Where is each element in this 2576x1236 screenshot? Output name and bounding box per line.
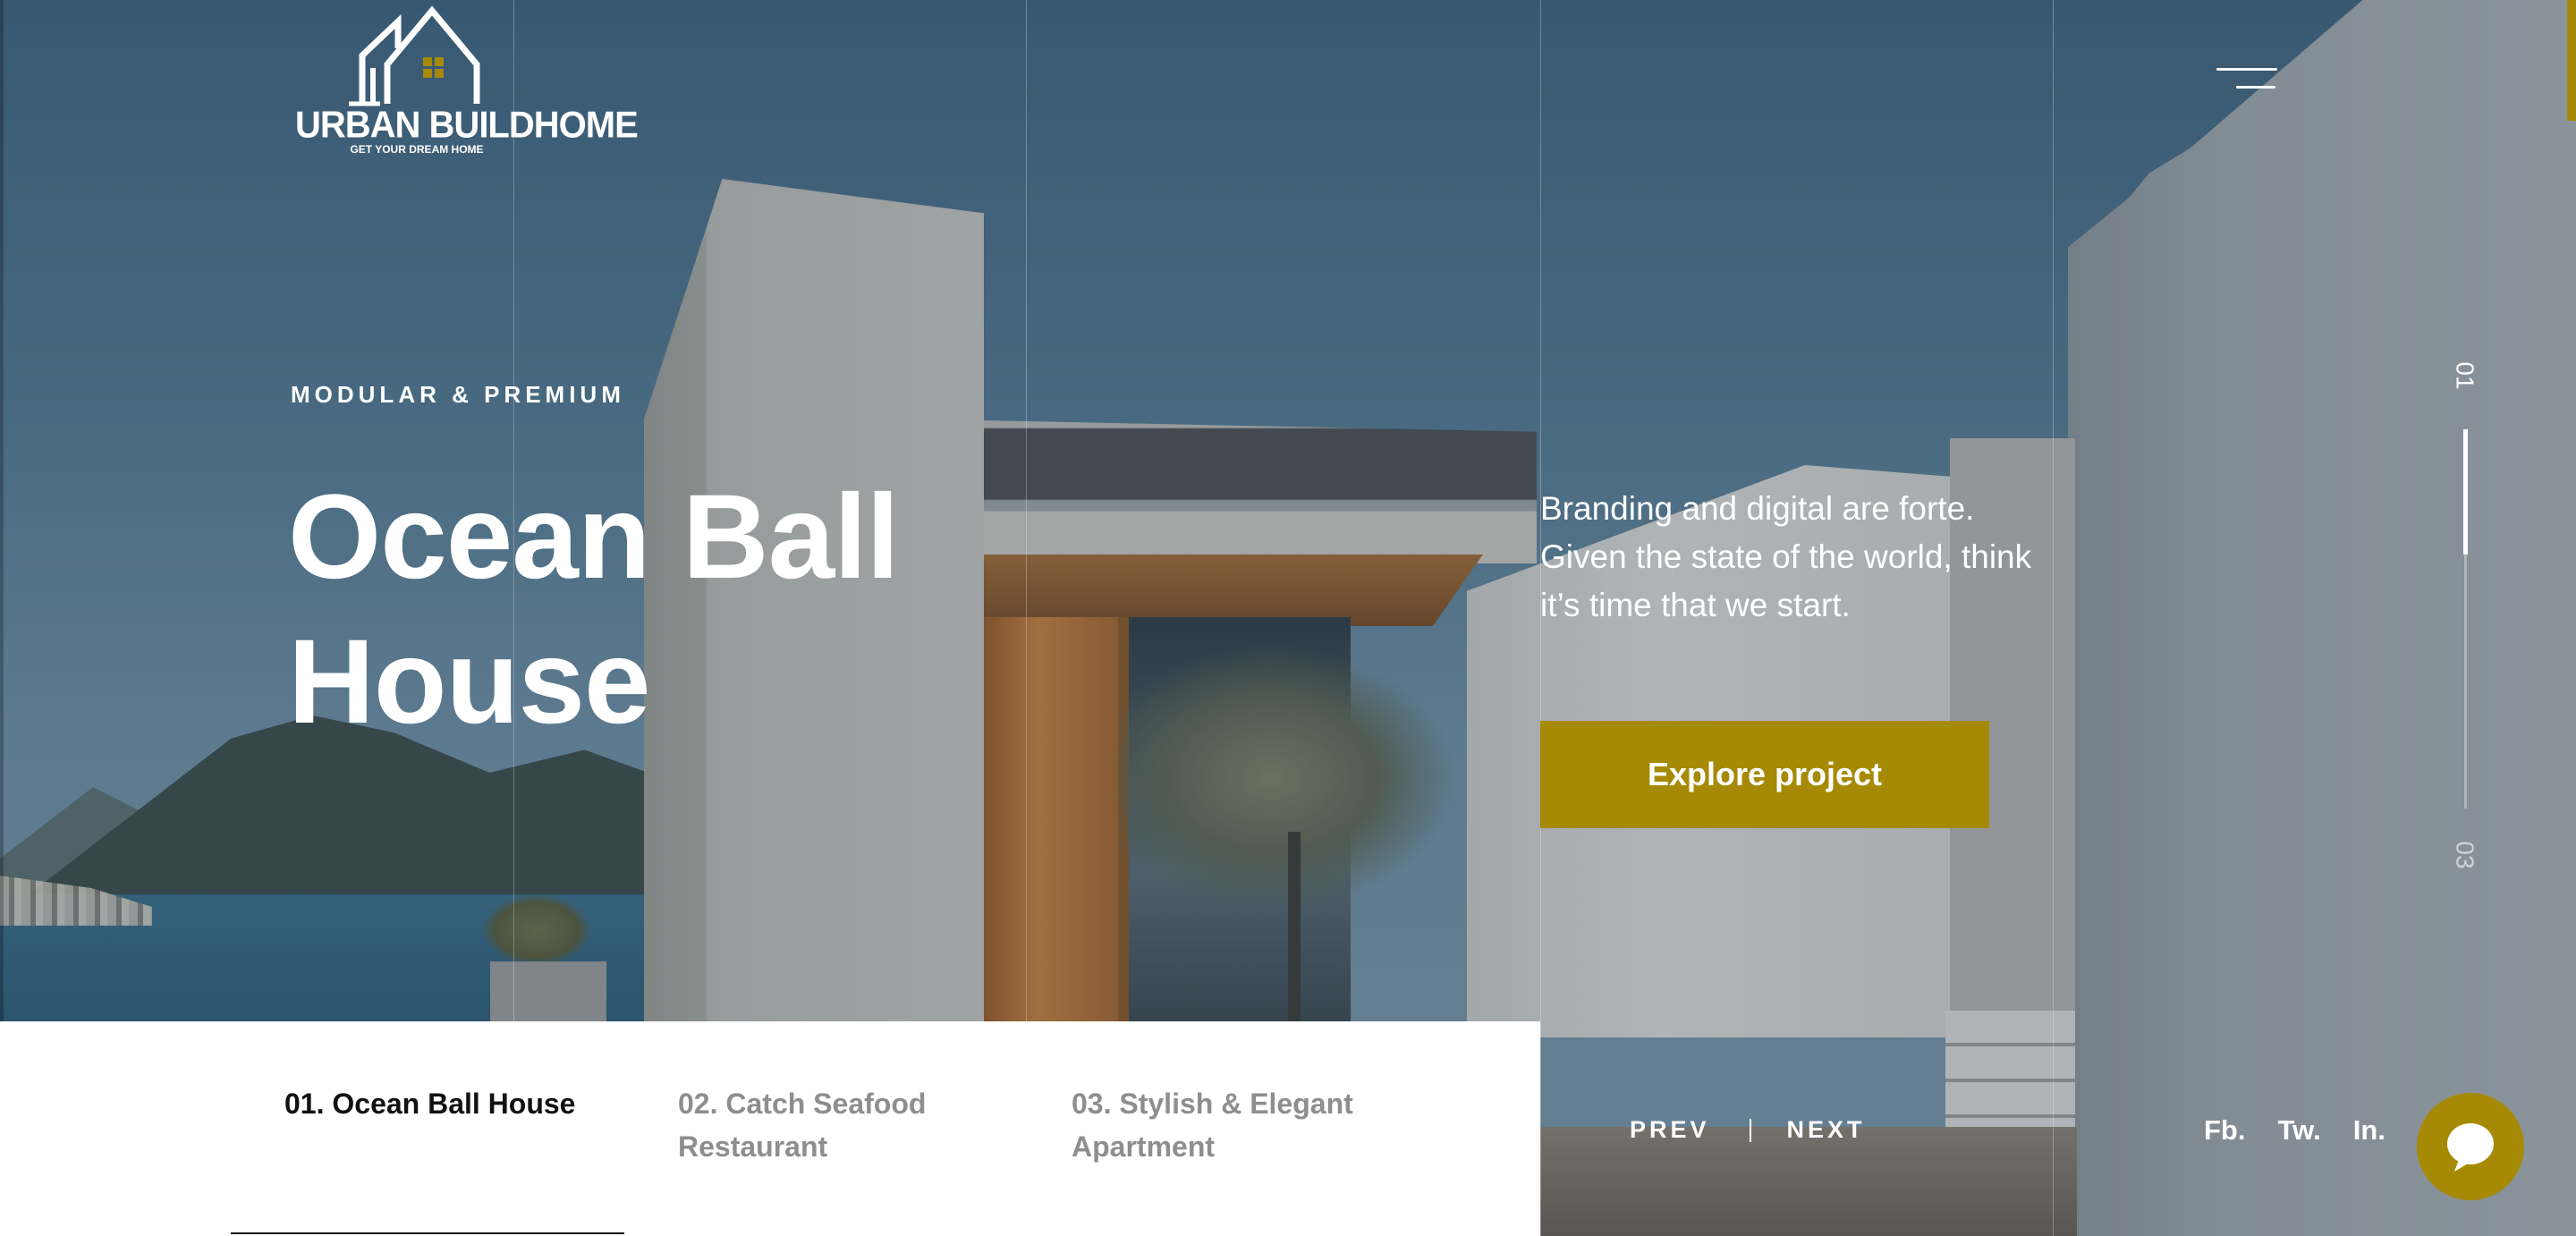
facebook-link[interactable]: Fb.	[2204, 1114, 2246, 1147]
next-button[interactable]: NEXT	[1787, 1116, 1866, 1144]
brand-name: URBAN BUILDHOME	[295, 104, 639, 147]
twitter-link[interactable]: Tw.	[2278, 1114, 2321, 1147]
linkedin-link[interactable]: In.	[2353, 1114, 2385, 1147]
hamburger-menu-icon[interactable]	[2209, 63, 2277, 95]
active-tab-underline	[231, 1232, 624, 1234]
house-logo-icon	[349, 5, 480, 106]
slide-indicator-current: 01	[2451, 361, 2479, 390]
slide-tabs-panel: 01. Ocean Ball House 02. Catch Seafood R…	[0, 1021, 1540, 1236]
hero-description: Branding and digital are forte. Given th…	[1540, 490, 2032, 623]
pager-divider	[1749, 1118, 1751, 1142]
slide-indicator-total: 03	[2451, 841, 2479, 869]
scrollbar-thumb[interactable]	[2567, 0, 2576, 121]
slide-tab-1[interactable]: 01. Ocean Ball House	[284, 1082, 606, 1125]
slide-pager: PREV NEXT	[1630, 1116, 1866, 1144]
slide-tab-3[interactable]: 03. Stylish & Elegant Apartment	[1072, 1082, 1394, 1168]
chat-bubble-icon	[2447, 1123, 2494, 1172]
hero-title: Ocean Ball House	[288, 470, 900, 749]
explore-project-button[interactable]: Explore project	[1540, 721, 1989, 828]
prev-button[interactable]: PREV	[1630, 1116, 1710, 1144]
hero-eyebrow: MODULAR & PREMIUM	[291, 381, 625, 408]
slide-tab-2[interactable]: 02. Catch Seafood Restaurant	[678, 1082, 1000, 1168]
slide-indicator-progress	[2463, 429, 2468, 555]
chat-button[interactable]	[2417, 1093, 2524, 1200]
social-links: Fb. Tw. In.	[2204, 1114, 2385, 1147]
brand-logo[interactable]: URBAN BUILDHOME GET YOUR DREAM HOME	[295, 4, 639, 156]
